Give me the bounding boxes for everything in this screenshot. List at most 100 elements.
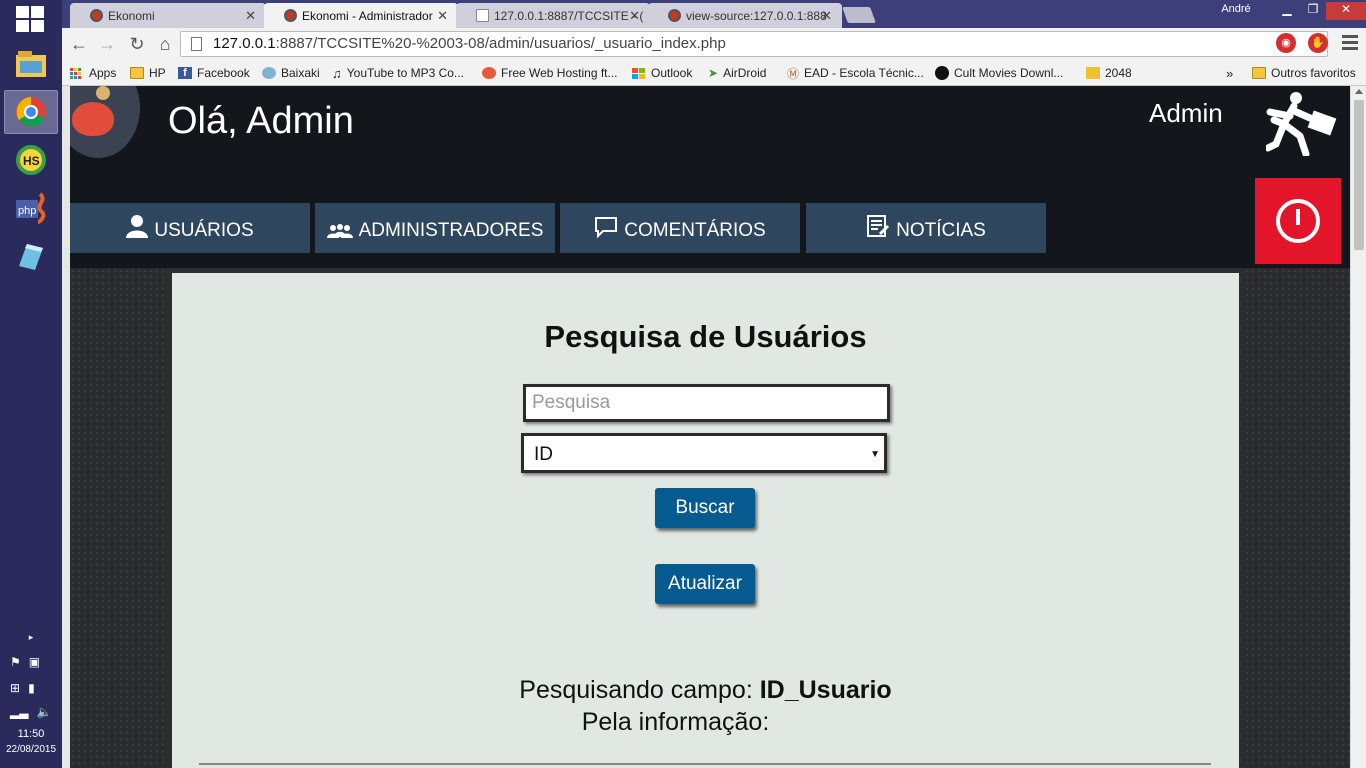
- reload-icon[interactable]: ↻: [126, 33, 148, 55]
- running-man-icon[interactable]: [1266, 90, 1340, 156]
- bookmark-cult-movies[interactable]: Cult Movies Downl...: [935, 63, 1063, 83]
- close-tab-icon[interactable]: ✕: [245, 8, 256, 24]
- bookmark-2048[interactable]: 2048: [1086, 63, 1132, 83]
- baixaki-icon: [262, 67, 276, 79]
- browser-titlebar: Ekonomi ✕ Ekonomi - Administrador ✕ 127.…: [62, 0, 1366, 28]
- nav-administradores[interactable]: ADMINISTRADORES: [315, 203, 555, 253]
- search-panel: Pesquisa de Usuários ID ▼ Buscar Atualiz…: [172, 273, 1239, 768]
- close-window-button[interactable]: ✕: [1326, 2, 1366, 20]
- news-edit-icon: [867, 215, 890, 237]
- ead-icon: Ⓜ: [787, 66, 800, 81]
- tab-tccsite[interactable]: 127.0.0.1:8887/TCCSITE - ( ✕: [456, 3, 650, 28]
- bookmark-baixaki[interactable]: Baixaki: [262, 63, 320, 83]
- more-bookmarks-chevron[interactable]: »: [1226, 63, 1233, 83]
- search-info-label: Pela informação:: [581, 708, 770, 736]
- hs-app-icon[interactable]: HS: [4, 138, 58, 182]
- music-note-icon: ♫: [332, 65, 342, 81]
- refresh-button[interactable]: Atualizar: [655, 564, 755, 604]
- page-title: Pesquisa de Usuários: [544, 319, 867, 354]
- background-pattern-left: [70, 268, 166, 768]
- clock-date[interactable]: 22/08/2015: [0, 744, 62, 755]
- page-info-icon[interactable]: [191, 37, 202, 51]
- chrome-taskbar-icon[interactable]: [4, 90, 58, 134]
- document-favicon: [476, 9, 489, 22]
- background-pattern-right: [1244, 268, 1350, 768]
- tray-expand-icon[interactable]: ▸: [0, 632, 62, 643]
- ekonomi-favicon: [90, 9, 103, 22]
- users-group-icon: [326, 224, 353, 238]
- battery-icon[interactable]: ▮: [28, 681, 35, 695]
- ekonomi-favicon: [284, 9, 297, 22]
- 2048-icon: [1086, 67, 1100, 79]
- action-center-icon[interactable]: ▣: [29, 655, 40, 669]
- dropdown-arrow-icon: ▼: [870, 449, 880, 460]
- profile-badge[interactable]: André: [1209, 0, 1263, 18]
- windows-start-icon[interactable]: [16, 6, 44, 32]
- page-left-edge: [62, 86, 70, 768]
- svg-text:php: php: [18, 205, 36, 217]
- nav-usuarios[interactable]: USUÁRIOS: [70, 203, 310, 253]
- bookmark-youtube-mp3[interactable]: ♫ YouTube to MP3 Co...: [332, 63, 464, 83]
- chrome-menu-icon[interactable]: [1342, 35, 1358, 53]
- windows-taskbar: HS php ▸ ⚑ ▣ ⊞ ▮ ▂▃ 🔈 11:50 22/08/2015: [0, 0, 62, 768]
- results-table-top: [199, 763, 1211, 768]
- admin-name-label: Admin: [1149, 98, 1223, 128]
- notes-app-icon[interactable]: [4, 234, 58, 278]
- bookmark-outlook[interactable]: Outlook: [632, 63, 692, 83]
- tab-ekonomi[interactable]: Ekonomi ✕: [70, 3, 266, 28]
- hosting-icon: [482, 67, 496, 79]
- piggy-bank-logo-icon[interactable]: [62, 86, 140, 158]
- page-scrollbar[interactable]: [1350, 86, 1366, 768]
- scroll-up-icon[interactable]: [1355, 89, 1363, 94]
- php-app-icon[interactable]: php: [4, 186, 58, 230]
- bookmark-free-web-hosting[interactable]: Free Web Hosting ft...: [482, 63, 618, 83]
- file-explorer-icon[interactable]: [4, 42, 58, 86]
- airdroid-icon: ➤: [708, 66, 719, 80]
- bookmark-other-favorites[interactable]: Outros favoritos: [1252, 63, 1356, 83]
- home-icon[interactable]: ⌂: [154, 33, 176, 55]
- close-tab-icon[interactable]: ✕: [629, 8, 640, 24]
- browser-window: Ekonomi ✕ Ekonomi - Administrador ✕ 127.…: [62, 0, 1366, 86]
- new-tab-button[interactable]: [842, 7, 876, 23]
- scrollbar-thumb[interactable]: [1354, 100, 1364, 250]
- search-status: Pesquisando campo: ID_Usuario: [519, 676, 892, 704]
- tab-view-source[interactable]: view-source:127.0.0.1:888 ✕: [648, 3, 842, 28]
- minimize-button[interactable]: ▁: [1274, 2, 1300, 20]
- outlook-icon: [632, 67, 646, 79]
- volume-icon[interactable]: 🔈: [36, 705, 51, 719]
- bookmark-ead[interactable]: Ⓜ EAD - Escola Técnic...: [787, 63, 924, 83]
- bookmarks-bar: Apps HP f Facebook Baixaki ♫ YouTube to …: [62, 60, 1366, 86]
- windows-small-icon[interactable]: ⊞: [10, 681, 20, 695]
- facebook-icon: f: [178, 67, 192, 79]
- restore-button[interactable]: ❐: [1300, 2, 1326, 20]
- bookmark-apps[interactable]: Apps: [70, 63, 116, 83]
- network-icon[interactable]: ▂▃: [10, 705, 28, 719]
- nav-comentarios[interactable]: COMENTÁRIOS: [560, 203, 800, 253]
- folder-icon: [130, 67, 144, 79]
- back-icon[interactable]: ←: [68, 33, 90, 55]
- logout-button[interactable]: [1255, 178, 1341, 264]
- search-input[interactable]: [523, 384, 890, 422]
- power-icon: [1276, 199, 1320, 243]
- folder-icon: [1252, 67, 1266, 79]
- close-tab-icon[interactable]: ✕: [437, 8, 448, 24]
- ekonomi-favicon: [668, 9, 681, 22]
- close-tab-icon[interactable]: ✕: [821, 8, 832, 24]
- comment-icon: [595, 217, 618, 238]
- extension-icon-1[interactable]: ◉: [1276, 33, 1296, 53]
- user-icon: [126, 215, 149, 238]
- forward-icon[interactable]: →: [96, 33, 118, 55]
- nav-noticias[interactable]: NOTÍCIAS: [806, 203, 1046, 253]
- bookmark-facebook[interactable]: f Facebook: [178, 63, 250, 83]
- tab-ekonomi-admin[interactable]: Ekonomi - Administrador ✕: [264, 3, 458, 28]
- bookmark-airdroid[interactable]: ➤ AirDroid: [708, 63, 766, 83]
- adblock-icon[interactable]: ✋: [1308, 33, 1328, 53]
- search-button[interactable]: Buscar: [655, 488, 755, 528]
- search-field-select[interactable]: ID ▼: [521, 433, 887, 473]
- svg-text:HS: HS: [23, 154, 40, 168]
- bookmark-hp[interactable]: HP: [130, 63, 166, 83]
- browser-toolbar: ← → ↻ ⌂ 127.0.0.1:8887/TCCSITE%20-%2003-…: [62, 28, 1366, 60]
- clock-time[interactable]: 11:50: [0, 728, 62, 740]
- address-bar[interactable]: 127.0.0.1:8887/TCCSITE%20-%2003-08/admin…: [180, 31, 1328, 57]
- flag-icon[interactable]: ⚑: [10, 655, 21, 669]
